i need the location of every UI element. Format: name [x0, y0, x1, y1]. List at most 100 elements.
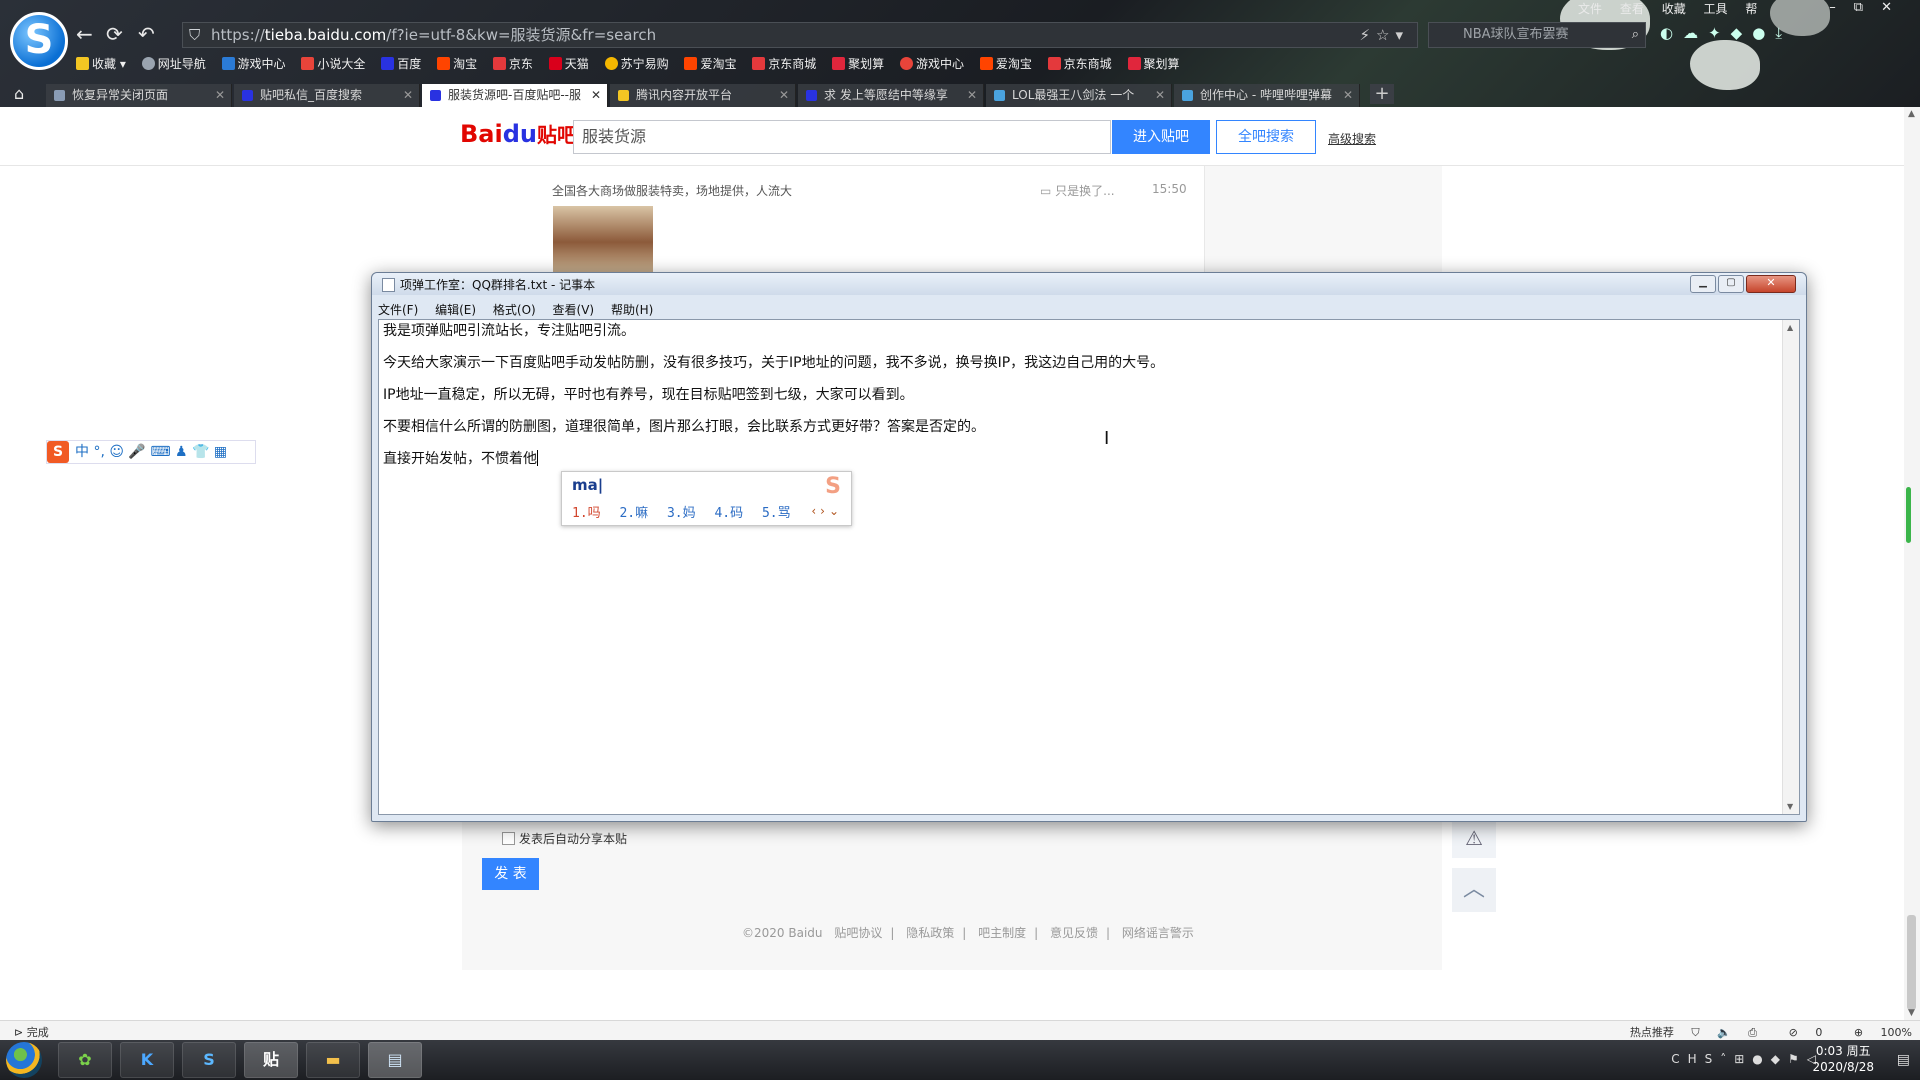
candidate-item[interactable]: 4.码	[714, 506, 743, 521]
candidate-item[interactable]: 2.嘛	[619, 506, 648, 521]
chevron-down-icon[interactable]: ⌄	[829, 504, 843, 518]
star-icon[interactable]: ☆	[1376, 26, 1395, 44]
page-scrollbar[interactable]: ▲ ▼	[1904, 107, 1920, 1020]
bookmark-item[interactable]: 苏宁易购	[604, 55, 669, 72]
menu-edit[interactable]: 编辑(E)	[435, 303, 476, 317]
zoom-level[interactable]: ⊕ 100%	[1840, 1026, 1912, 1039]
tab-tencent[interactable]: 腾讯内容开放平台 ✕	[610, 84, 796, 107]
menu-favorites[interactable]: 收藏	[1662, 2, 1686, 16]
post-button[interactable]: 发 表	[482, 858, 539, 890]
speaker-icon[interactable]: 🔈	[1717, 1026, 1731, 1039]
taskbar-app-tieba[interactable]: 贴	[244, 1042, 298, 1078]
close-icon[interactable]: ✕	[1881, 0, 1910, 15]
thread-last-reply[interactable]: ▭ 只是换了...	[1040, 182, 1115, 199]
gift-icon[interactable]: ✦	[1708, 24, 1731, 42]
taskbar-app-game[interactable]: ✿	[58, 1042, 112, 1078]
cloud-icon[interactable]: ☁	[1683, 24, 1708, 42]
network-icon[interactable]: ⊞	[1734, 1052, 1752, 1066]
tab-bilibili[interactable]: 创作中心 - 哔哩哔哩弹幕 ✕	[1174, 84, 1360, 107]
flag-icon[interactable]: ⚑	[1788, 1052, 1807, 1066]
qq-icon[interactable]: ◆	[1771, 1052, 1788, 1066]
close-icon[interactable]: ✕	[779, 84, 789, 107]
download-icon[interactable]: ⤓	[1775, 24, 1792, 42]
toolbox-icon[interactable]: ▦	[214, 444, 227, 460]
bookmark-item[interactable]: 游戏中心	[221, 55, 286, 72]
undo-icon[interactable]: ↶	[138, 22, 155, 46]
tieba-search-input[interactable]: 服装货源	[573, 120, 1111, 154]
printer-icon[interactable]: ⎙	[1748, 1026, 1757, 1039]
back-to-top-button[interactable]: ︿	[1452, 868, 1496, 912]
menu-help[interactable]: 帮助(H)	[611, 303, 653, 317]
maximize-button[interactable]: ▢	[1718, 275, 1744, 293]
tab-tieba[interactable]: 服装货源吧-百度贴吧--服 ✕	[422, 84, 608, 107]
bookmark-item[interactable]: 京东商城	[752, 55, 816, 72]
notepad-titlebar[interactable]: 项弹工作室：QQ群排名.txt - 记事本 ▁ ▢ ✕	[372, 273, 1806, 295]
taskbar-app-kugou[interactable]: K	[120, 1042, 174, 1078]
checkbox-icon[interactable]	[502, 832, 515, 845]
moon-icon[interactable]: ◐	[1660, 24, 1683, 42]
close-button[interactable]: ✕	[1746, 275, 1796, 293]
notepad-text-area[interactable]: 我是项弹贴吧引流站长，专注贴吧引流。 今天给大家演示一下百度贴吧手动发帖防删，没…	[378, 319, 1800, 815]
puzzle-icon[interactable]: ◆	[1731, 24, 1753, 42]
scroll-down-icon[interactable]: ▼	[1908, 1008, 1915, 1018]
bookmark-item[interactable]: 收藏 ▾	[76, 55, 126, 72]
bookmark-item[interactable]: 聚划算	[1127, 55, 1180, 72]
close-icon[interactable]: ✕	[403, 84, 413, 107]
taskbar-app-notepad[interactable]: ▤	[368, 1042, 422, 1078]
start-button[interactable]	[6, 1042, 42, 1078]
shield-icon[interactable]: ⛉	[1691, 1026, 1699, 1039]
feedback-button[interactable]: ⚠	[1452, 818, 1496, 858]
footer-link[interactable]: 隐私政策	[906, 926, 954, 940]
tab-restore[interactable]: 恢复异常关闭页面 ✕	[46, 84, 232, 107]
back-icon[interactable]: ←	[76, 22, 93, 46]
address-bar[interactable]: ⛉ https://tieba.baidu.com/f?ie=utf-8&kw=…	[182, 22, 1418, 48]
tab-search[interactable]: 贴吧私信_百度搜索 ✕	[234, 84, 420, 107]
chevron-right-icon[interactable]: ›	[820, 504, 829, 518]
chevron-up-icon[interactable]: ˄	[1720, 1052, 1734, 1066]
scroll-up-icon[interactable]: ▲	[1908, 109, 1915, 119]
system-clock[interactable]: 0:03 周五 2020/8/28	[1812, 1043, 1874, 1075]
minimize-icon[interactable]: –	[1829, 0, 1854, 15]
candidate-item[interactable]: 1.吗	[572, 506, 601, 521]
close-icon[interactable]: ✕	[967, 84, 977, 107]
candidate-item[interactable]: 3.妈	[667, 506, 696, 521]
user-icon[interactable]: ♟	[175, 444, 188, 460]
close-icon[interactable]: ✕	[591, 84, 601, 107]
skin-icon[interactable]: 👕	[192, 444, 209, 460]
chevron-down-icon[interactable]: ▾	[1395, 26, 1409, 44]
hot-recommend[interactable]: 热点推荐	[1630, 1026, 1674, 1039]
language-indicator[interactable]: CH	[1671, 1052, 1704, 1066]
wechat-icon[interactable]: ●	[1752, 1052, 1770, 1066]
chat-icon[interactable]: ●	[1752, 24, 1775, 42]
bookmark-item[interactable]: 小说大全	[301, 55, 365, 72]
chevron-left-icon[interactable]: ‹	[811, 504, 820, 518]
address-actions[interactable]: ⚡☆▾	[1359, 23, 1409, 47]
bookmark-item[interactable]: 网址导航	[141, 55, 206, 72]
close-icon[interactable]: ✕	[1343, 84, 1353, 107]
candidate-item[interactable]: 5.骂	[762, 506, 791, 521]
advanced-search-link[interactable]: 高级搜索	[1328, 130, 1376, 147]
play-icon[interactable]: ⊳	[14, 1026, 27, 1039]
footer-link[interactable]: 意见反馈	[1050, 926, 1098, 940]
footer-link[interactable]: 网络谣言警示	[1122, 926, 1194, 940]
scroll-down-icon[interactable]: ▼	[1787, 802, 1793, 811]
menu-file[interactable]: 文件(F)	[378, 303, 418, 317]
bookmark-item[interactable]: 京东	[492, 55, 533, 72]
emoji-icon[interactable]: ☺	[109, 444, 124, 460]
menu-tools[interactable]: 工具	[1704, 2, 1728, 16]
punctuation-icon[interactable]: °,	[93, 444, 104, 460]
search-icon[interactable]: ⌕	[1632, 23, 1639, 47]
bookmark-item[interactable]: 聚划算	[832, 55, 884, 72]
adblock-count[interactable]: ⊘ 0	[1775, 1026, 1823, 1039]
sogou-tray-icon[interactable]: S	[1705, 1052, 1721, 1066]
menu-format[interactable]: 格式(O)	[493, 303, 536, 317]
scroll-up-icon[interactable]: ▲	[1787, 323, 1793, 332]
tab-lol[interactable]: LOL最强王八剑法 一个 ✕	[986, 84, 1172, 107]
scroll-thumb[interactable]	[1907, 915, 1916, 1010]
action-center-icon[interactable]: ▤	[1897, 1052, 1910, 1068]
minimize-button[interactable]: ▁	[1690, 275, 1716, 293]
close-icon[interactable]: ✕	[1155, 84, 1165, 107]
voice-icon[interactable]: 🎤	[128, 444, 145, 460]
tab-post[interactable]: 求 发上等愿结中等缘享 ✕	[798, 84, 984, 107]
menu-view[interactable]: 查看(V)	[553, 303, 595, 317]
